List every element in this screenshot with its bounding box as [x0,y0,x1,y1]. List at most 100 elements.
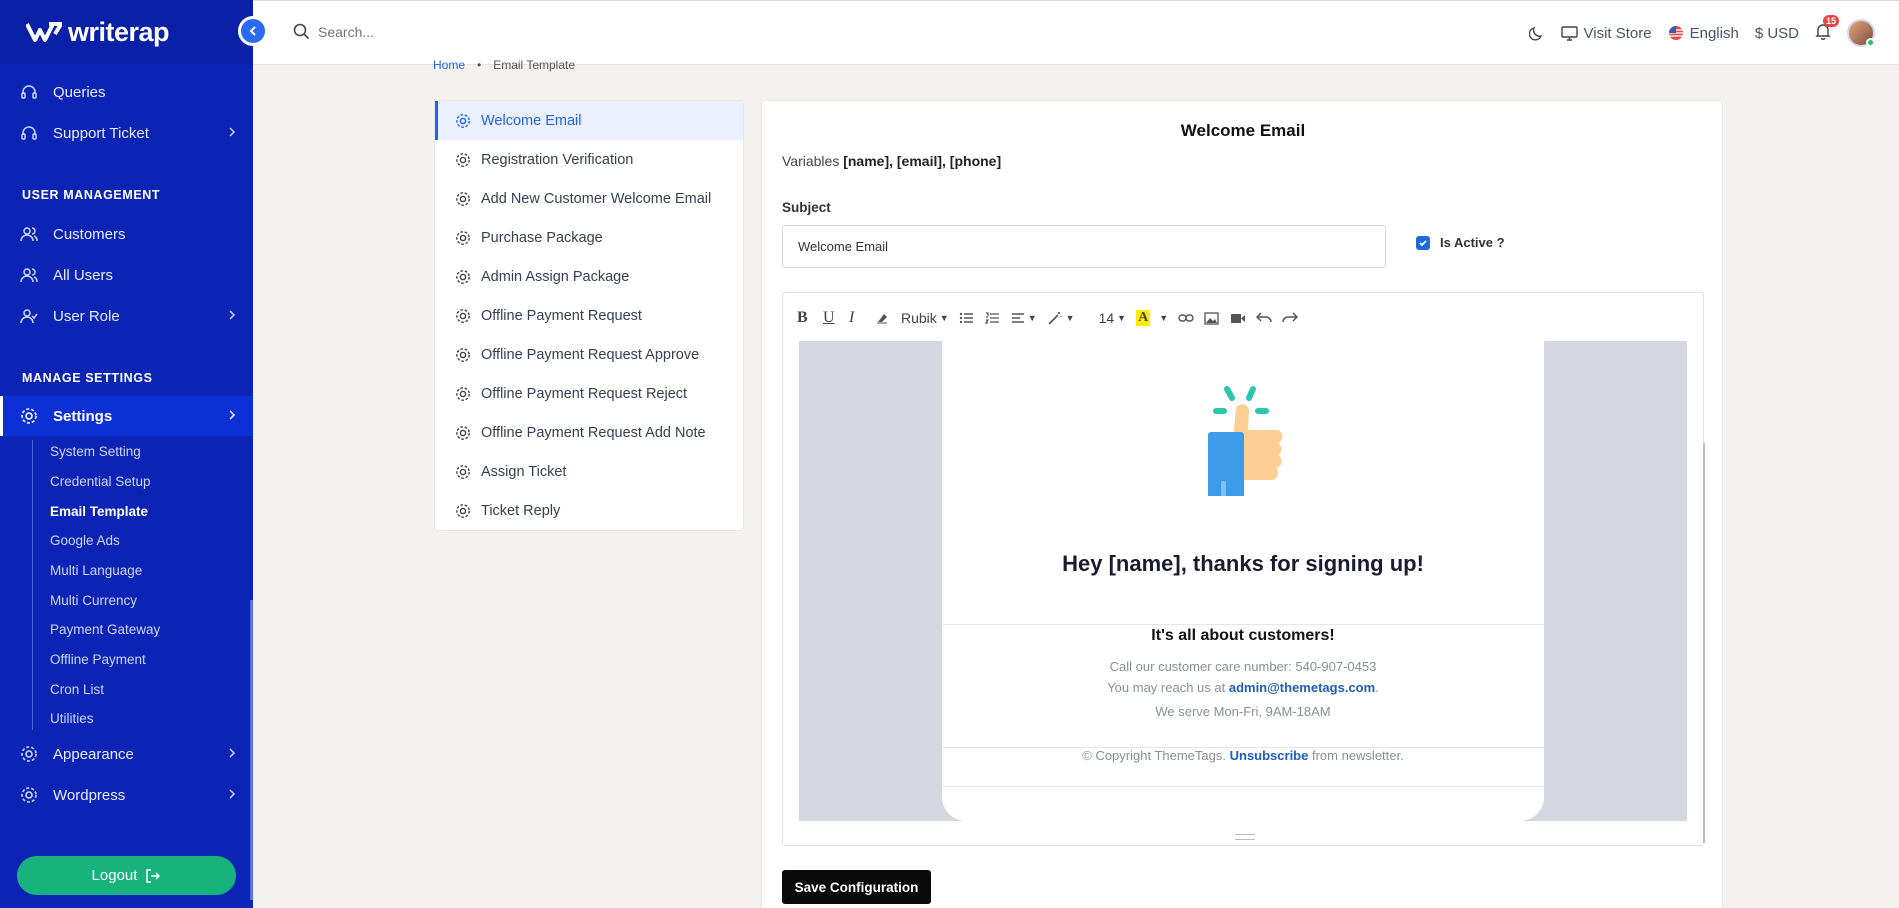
numbered-list-icon[interactable] [984,312,1001,324]
section-manage-settings: MANAGE SETTINGS [22,371,153,385]
visit-store-link[interactable]: Visit Store [1560,25,1652,42]
search-bar[interactable] [293,23,558,40]
template-item[interactable]: Offline Payment Request Add Note [435,413,743,452]
template-item-label: Welcome Email [481,112,582,129]
submenu-system-setting[interactable]: System Setting [50,444,141,459]
page-title: Welcome Email [1180,121,1306,140]
submenu-payment-gateway[interactable]: Payment Gateway [50,622,160,637]
redo-icon[interactable] [1282,312,1299,324]
sidebar-item-user-role[interactable]: User Role [0,296,253,336]
unsubscribe-link[interactable]: Unsubscribe [1230,748,1309,763]
gear-icon [20,745,38,763]
submenu-offline-payment[interactable]: Offline Payment [50,652,146,667]
sidebar-item-label: Queries [53,83,106,101]
breadcrumb-separator: • [477,58,482,72]
eraser-icon[interactable] [875,311,891,325]
align-dropdown[interactable]: ▼ [1011,312,1037,324]
template-item-label: Purchase Package [481,229,603,246]
template-item[interactable]: Admin Assign Package [435,257,743,296]
submenu-multi-currency[interactable]: Multi Currency [50,593,137,608]
editor-toolbar: B U I Rubik ▼ ▼ ▼ 14 ▼ A ▼ [797,303,1299,333]
sidebar-item-queries[interactable]: Queries [0,72,253,112]
notifications-button[interactable]: 15 [1815,14,1839,44]
gear-icon [20,786,38,804]
sidebar-item-appearance[interactable]: Appearance [0,734,253,774]
save-configuration-button[interactable]: Save Configuration [782,870,931,904]
template-item[interactable]: Add New Customer Welcome Email [435,179,743,218]
email-heading: Hey [name], thanks for signing up! [1062,551,1424,576]
gear-icon [456,113,470,128]
rich-text-editor: B U I Rubik ▼ ▼ ▼ 14 ▼ A ▼ Hey [name], t… [782,292,1705,846]
text-color-icon[interactable]: A ▼ [1136,310,1168,326]
sidebar-item-wordpress[interactable]: Wordpress [0,775,253,815]
template-item[interactable]: Purchase Package [435,218,743,257]
moon-icon[interactable] [1528,25,1545,41]
font-size-dropdown[interactable]: 14 ▼ [1099,310,1127,326]
reach-us-line: You may reach us at admin@themetags.com. [942,680,1544,695]
submenu-email-template[interactable]: Email Template [50,504,148,519]
subject-input[interactable] [782,225,1386,268]
submenu-google-ads[interactable]: Google Ads [50,533,120,548]
template-item[interactable]: Registration Verification [435,140,743,179]
email-preview-canvas[interactable]: Hey [name], thanks for signing up! It's … [799,341,1687,821]
chevron-right-icon [229,310,236,320]
is-active-checkbox[interactable]: Is Active ? [1416,235,1505,250]
sidebar-collapse-button[interactable] [238,16,268,46]
magic-wand-icon[interactable]: ▼ [1047,311,1075,325]
submenu-multi-language[interactable]: Multi Language [50,563,142,578]
gear-icon [456,308,470,323]
service-hours: We serve Mon-Fri, 9AM-18AM [1155,704,1331,719]
search-input[interactable] [318,23,558,40]
link-icon[interactable] [1178,313,1194,323]
video-icon[interactable] [1230,313,1246,324]
image-icon[interactable] [1204,311,1220,325]
template-item[interactable]: Offline Payment Request [435,296,743,335]
underline-icon[interactable]: U [823,309,839,327]
customer-care-line: Call our customer care number: 540-907-0… [1109,659,1377,674]
editor-resize-handle[interactable] [1235,834,1255,840]
template-item[interactable]: Assign Ticket [435,452,743,491]
logout-button[interactable]: Logout [17,856,236,895]
undo-icon[interactable] [1256,312,1272,324]
sidebar-item-settings[interactable]: Settings [0,396,253,436]
breadcrumb-home[interactable]: Home [433,58,465,72]
editor-scrollbar[interactable] [1703,443,1705,843]
currency-selector[interactable]: $ USD [1755,25,1799,42]
italic-icon[interactable]: I [849,309,865,327]
sidebar-item-all-users[interactable]: All Users [0,255,253,295]
editor-card: Welcome Email Variables [name], [email],… [761,100,1723,908]
bold-icon[interactable]: B [797,309,813,327]
logo-icon [26,22,62,42]
caret-down-icon: ▼ [1065,313,1075,323]
gear-icon [456,464,470,479]
template-item[interactable]: Offline Payment Request Approve [435,335,743,374]
submenu-credential-setup[interactable]: Credential Setup [50,474,151,489]
sidebar-item-customers[interactable]: Customers [0,214,253,254]
template-item[interactable]: Ticket Reply [435,491,743,530]
submenu-cron-list[interactable]: Cron List [50,682,104,697]
avatar[interactable] [1847,19,1875,47]
sidebar-item-label: Customers [53,225,126,243]
submenu-line [32,440,33,730]
sidebar-item-support-ticket[interactable]: Support Ticket [0,113,253,153]
sidebar-item-label: User Role [53,307,120,325]
font-family-dropdown[interactable]: Rubik ▼ [901,310,949,326]
language-label: English [1689,24,1739,42]
template-item[interactable]: Welcome Email [435,101,743,140]
headset-icon [20,83,38,101]
topbar: Visit Store English $ USD 15 [253,0,1899,65]
brand-name: writerap [68,16,170,47]
language-selector[interactable]: English [1668,25,1739,42]
support-email-link[interactable]: admin@themetags.com [1229,680,1375,695]
breadcrumb-current: Email Template [493,58,576,72]
bullet-list-icon[interactable] [959,312,975,324]
sidebar-scrollbar[interactable] [250,600,253,900]
email-body: Hey [name], thanks for signing up! It's … [942,341,1544,821]
template-item-label: Assign Ticket [481,463,567,480]
sidebar-item-label: Wordpress [53,786,126,804]
template-item[interactable]: Offline Payment Request Reject [435,374,743,413]
breadcrumb: Home • Email Template [433,58,575,72]
submenu-utilities[interactable]: Utilities [50,711,94,726]
logo[interactable]: writerap [0,0,253,64]
variables-hint: Variables [name], [email], [phone] [782,153,1001,169]
